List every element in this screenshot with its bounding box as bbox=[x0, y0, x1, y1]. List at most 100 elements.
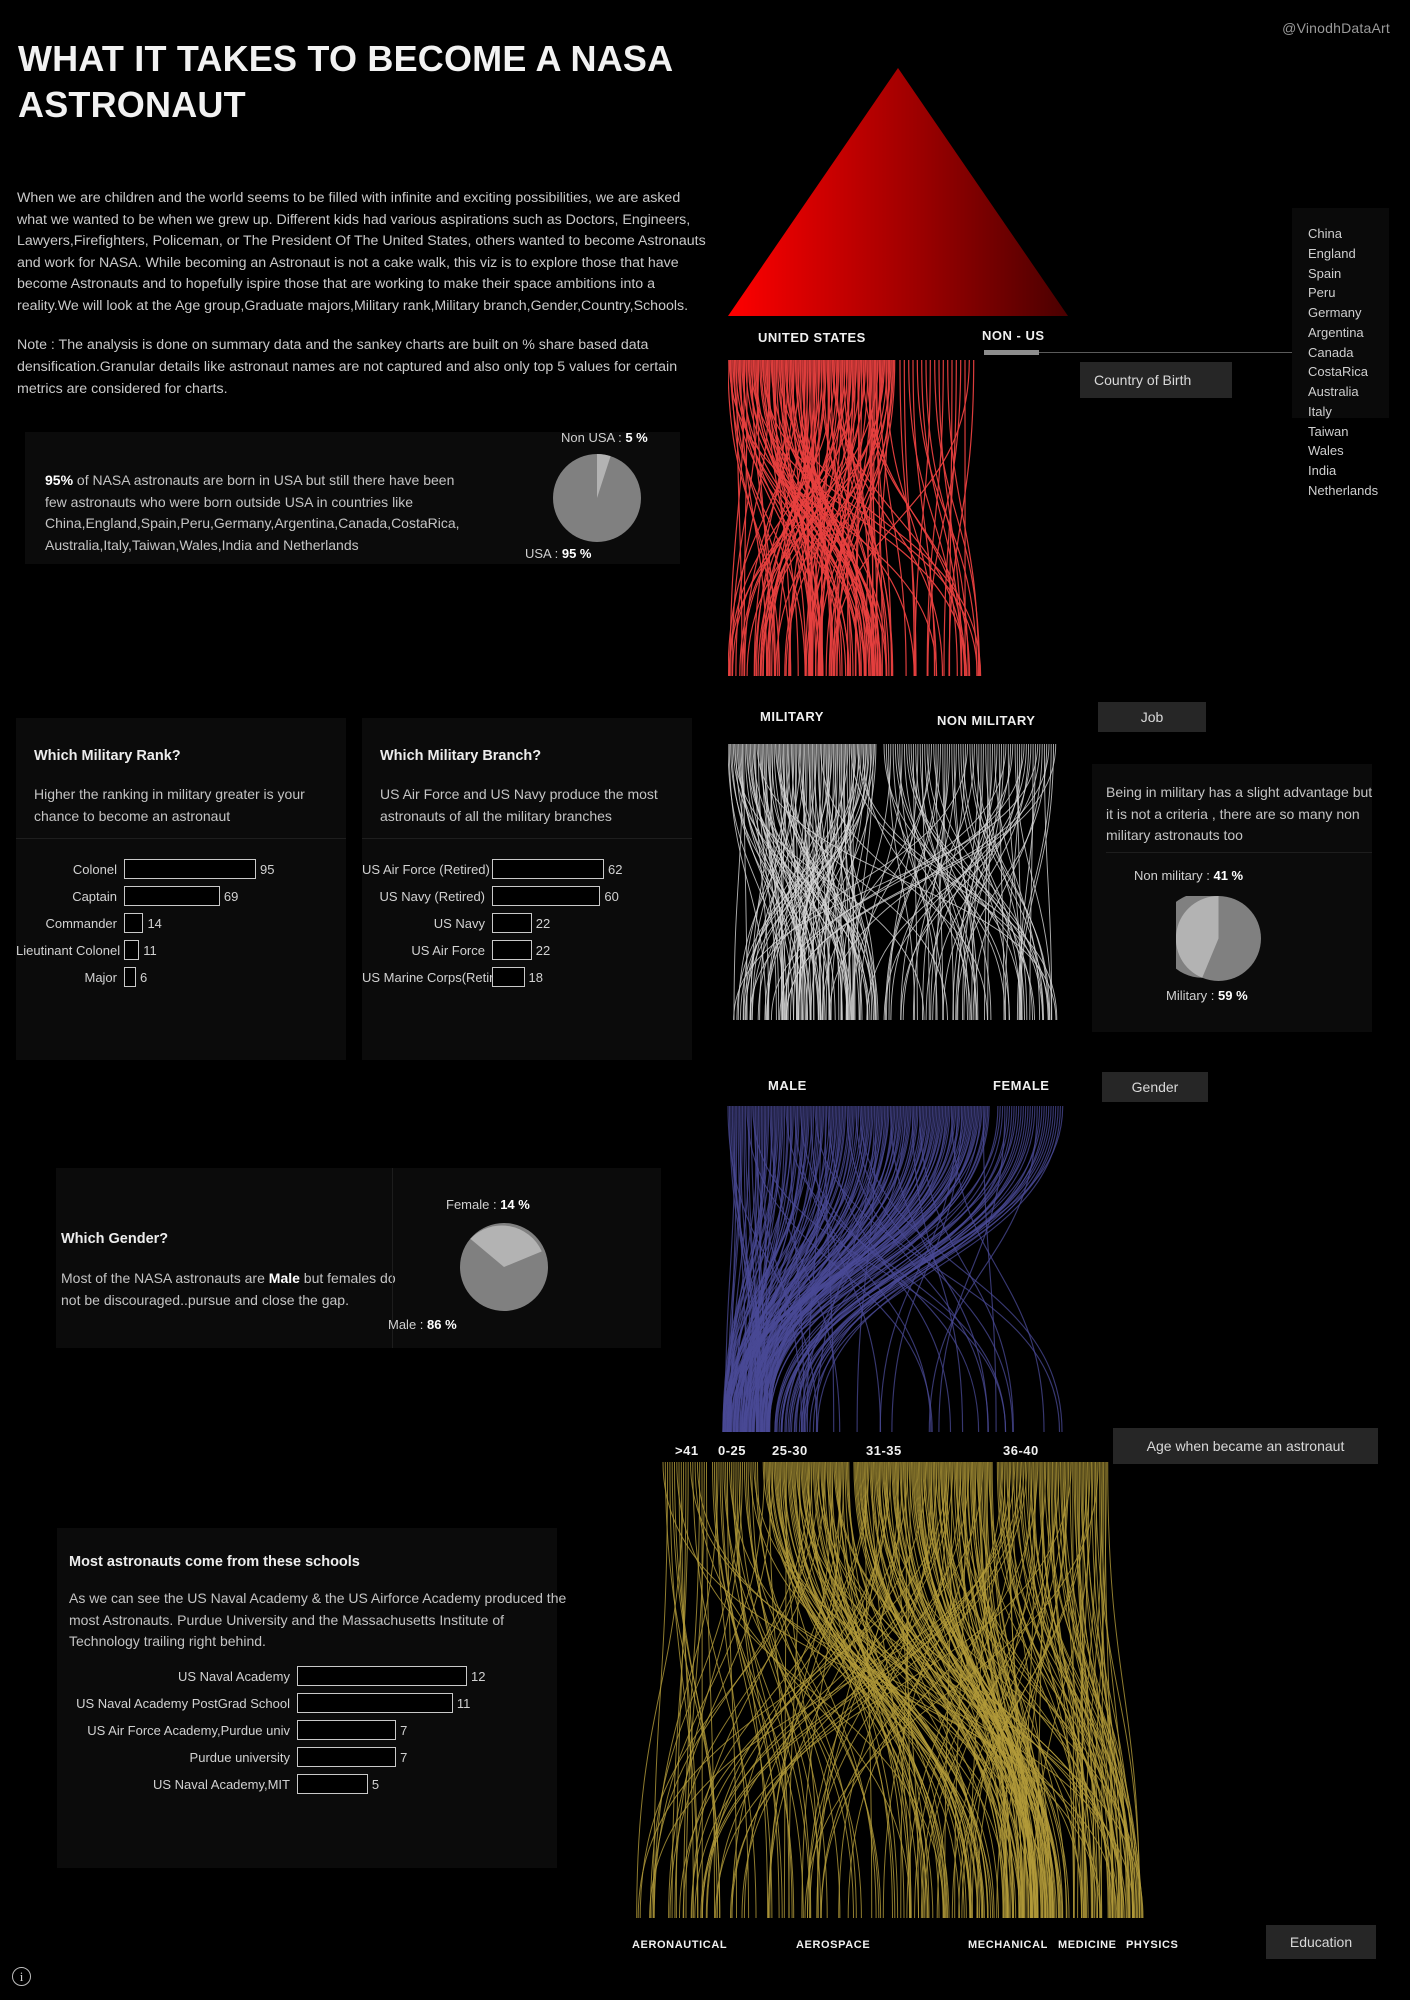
bar-fill bbox=[124, 940, 140, 960]
sankey-node-age-36-40: 36-40 bbox=[1003, 1443, 1039, 1458]
schools-bars: US Naval Academy 12 US Naval Academy PostG… bbox=[57, 1663, 557, 1798]
bar-fill bbox=[124, 913, 144, 933]
country-item: India bbox=[1308, 463, 1337, 478]
sankey-node-age-31-35: 31-35 bbox=[866, 1443, 902, 1458]
country-pie-svg bbox=[553, 454, 641, 542]
military-rank-title: Which Military Rank? bbox=[34, 748, 181, 764]
bar-track bbox=[492, 967, 525, 987]
military-branch-card: Which Military Branch? US Air Force and … bbox=[362, 718, 692, 1060]
bar-fill bbox=[492, 886, 601, 906]
bar-value: 7 bbox=[400, 1722, 408, 1738]
bar-value: 95 bbox=[260, 861, 275, 877]
bar-track bbox=[297, 1747, 397, 1767]
bar-track bbox=[297, 1720, 397, 1740]
country-item: China bbox=[1308, 226, 1342, 241]
filter-age[interactable]: Age when became an astronaut bbox=[1113, 1428, 1378, 1464]
bar-fill bbox=[124, 967, 136, 987]
author-handle: @VinodhDataArt bbox=[1282, 20, 1390, 36]
bar-fill bbox=[297, 1693, 453, 1713]
bar-value: 22 bbox=[535, 942, 551, 958]
filter-country-of-birth[interactable]: Country of Birth bbox=[1080, 362, 1232, 398]
bar-row[interactable]: US Air Force 22 bbox=[362, 937, 692, 963]
country-item: Spain bbox=[1308, 265, 1342, 281]
bar-value: 60 bbox=[604, 888, 619, 904]
job-pie-label-nonmilitary: Non military : 41 % bbox=[1134, 868, 1244, 883]
bar-row[interactable]: US Air Force Academy,Purdue univ 7 bbox=[57, 1717, 557, 1743]
job-card-text: Being in military has a slight advantage… bbox=[1106, 784, 1373, 844]
bar-label: Colonel bbox=[72, 861, 117, 877]
sankey-node-non-military: NON MILITARY bbox=[937, 713, 1036, 728]
bar-fill bbox=[492, 913, 532, 933]
infographic-page: @VinodhDataArt WHAT IT TAKES TO BECOME A… bbox=[0, 0, 1410, 2000]
gender-pie-svg bbox=[460, 1223, 548, 1311]
bar-row[interactable]: US Naval Academy 12 bbox=[57, 1663, 557, 1689]
bar-row[interactable]: Purdue university 7 bbox=[57, 1744, 557, 1770]
bar-row[interactable]: Commander 14 bbox=[16, 910, 346, 936]
bar-track bbox=[297, 1774, 368, 1794]
filter-education[interactable]: Education bbox=[1266, 1925, 1376, 1959]
gender-card-title: Which Gender? bbox=[61, 1231, 169, 1247]
bar-label: US Marine Corps(Retired) bbox=[362, 969, 513, 985]
bar-value: 14 bbox=[147, 915, 162, 931]
sankey-node-united-states: UNITED STATES bbox=[758, 330, 866, 345]
bar-row[interactable]: US Naval Academy,MIT 5 bbox=[57, 1771, 557, 1797]
bar-label: US Navy bbox=[433, 915, 485, 931]
bar-track bbox=[124, 886, 220, 906]
bar-row[interactable]: US Marine Corps(Retired) 18 bbox=[362, 964, 692, 990]
job-pie-label-military: Military : 59 % bbox=[1166, 988, 1248, 1003]
country-card-rest: of NASA astronauts are born in USA but s… bbox=[45, 472, 460, 554]
military-rank-bars: Colonel 95 Captain 69 Commander 14 Lieutinant … bbox=[16, 856, 346, 991]
bar-label: Purdue university bbox=[189, 1749, 290, 1765]
bar-row[interactable]: Captain 69 bbox=[16, 883, 346, 909]
bar-fill bbox=[492, 940, 532, 960]
country-item: Wales bbox=[1308, 443, 1344, 459]
country-pie-label-usa: USA : 95 % bbox=[525, 546, 592, 561]
job-sankey-streams bbox=[728, 744, 1058, 1021]
gender-card: Which Gender? Most of the NASA astronaut… bbox=[56, 1168, 661, 1348]
country-list: China England Spain Peru Germany Argenti… bbox=[1292, 208, 1389, 498]
bar-row[interactable]: US Navy 22 bbox=[362, 910, 692, 936]
sankey-node-age-0-25: 0-25 bbox=[718, 1443, 747, 1458]
bar-label: Major bbox=[84, 969, 117, 985]
sankey-node-physics: PHYSICS bbox=[1126, 1939, 1179, 1951]
sankey-node-aeronautical: AERONAUTICAL bbox=[632, 1939, 728, 1951]
bar-track bbox=[124, 859, 256, 879]
bar-row[interactable]: Major 6 bbox=[16, 964, 346, 990]
bar-row[interactable]: US Naval Academy PostGrad School 11 bbox=[57, 1690, 557, 1716]
sankey-node-male: MALE bbox=[768, 1078, 807, 1093]
schools-card: Most astronauts come from these schools … bbox=[57, 1528, 566, 1868]
country-item: Taiwan bbox=[1308, 423, 1349, 439]
bar-label: Commander bbox=[45, 915, 117, 931]
sankey-node-medicine: MEDICINE bbox=[1058, 1939, 1117, 1951]
country-sankey-streams bbox=[728, 360, 982, 677]
bar-row[interactable]: Lieutinant Colonel 11 bbox=[16, 937, 346, 963]
country-pie-label-nonusa: Non USA : 5 % bbox=[561, 430, 648, 445]
non-us-nub bbox=[984, 350, 1039, 355]
bar-label: Captain bbox=[72, 888, 117, 904]
country-of-birth-card: 95% of NASA astronauts are born in USA b… bbox=[25, 430, 680, 564]
bar-label: US Navy (Retired) bbox=[379, 888, 485, 904]
sankey-node-non-us: NON - US bbox=[982, 328, 1045, 343]
filter-gender[interactable]: Gender bbox=[1102, 1072, 1208, 1102]
country-item: Peru bbox=[1308, 285, 1336, 301]
bar-track bbox=[297, 1693, 453, 1713]
filter-job[interactable]: Job bbox=[1098, 702, 1206, 732]
page-title: WHAT IT TAKES TO BECOME A NASA ASTRONAUT bbox=[18, 38, 672, 126]
info-icon[interactable]: i bbox=[12, 1967, 31, 1986]
country-item: Canada bbox=[1308, 344, 1354, 360]
bar-row[interactable]: US Air Force (Retired) 62 bbox=[362, 856, 692, 882]
bar-value: 69 bbox=[223, 888, 239, 904]
country-item: CostaRica bbox=[1308, 364, 1368, 380]
bar-row[interactable]: US Navy (Retired) 60 bbox=[362, 883, 692, 909]
bar-fill bbox=[492, 967, 525, 987]
sankey-node-aerospace: AEROSPACE bbox=[796, 1939, 871, 1951]
bar-fill bbox=[124, 886, 220, 906]
bar-label: US Naval Academy bbox=[178, 1668, 290, 1684]
bar-row[interactable]: Colonel 95 bbox=[16, 856, 346, 882]
gender-sankey-streams bbox=[722, 1106, 1064, 1433]
bar-label: US Naval Academy,MIT bbox=[152, 1776, 290, 1792]
bar-value: 12 bbox=[471, 1668, 486, 1684]
bar-track bbox=[492, 913, 532, 933]
bar-label: US Naval Academy PostGrad School bbox=[76, 1695, 290, 1711]
military-branch-bars: US Air Force (Retired) 62 US Navy (Retired… bbox=[362, 856, 692, 991]
